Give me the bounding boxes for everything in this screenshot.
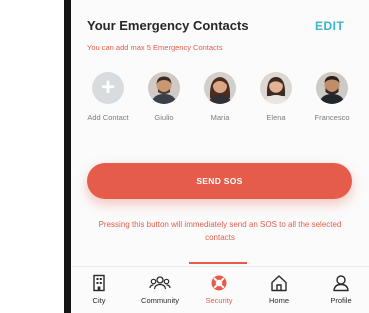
tab-bar-divider (71, 266, 369, 267)
building-icon (93, 274, 105, 292)
contacts-limit-note: You can add max 5 Emergency Contacts (87, 43, 223, 52)
avatar[interactable] (260, 72, 292, 104)
avatar[interactable] (204, 72, 236, 104)
edit-button[interactable]: EDIT (315, 19, 344, 33)
plus-icon: + (100, 74, 115, 101)
avatar-photo-maria (204, 72, 236, 104)
tab-home[interactable]: Home (251, 274, 307, 305)
tab-label: City (92, 296, 106, 305)
user-icon (333, 275, 349, 292)
contact-name: Francesco (314, 113, 350, 122)
contact-item-elena[interactable]: Elena (251, 72, 301, 123)
sos-warning-text: Pressing this button will immediately se… (98, 220, 342, 242)
tab-label: Profile (330, 296, 352, 305)
phone-frame: Your Emergency Contacts EDIT You can add… (0, 0, 369, 313)
people-icon (149, 276, 171, 290)
lifebuoy-icon (211, 275, 227, 291)
avatar[interactable] (148, 72, 180, 104)
avatar-photo-giulio (148, 72, 180, 104)
tab-label: Community (141, 296, 179, 305)
contact-item-francesco[interactable]: Francesco (307, 72, 357, 123)
add-contact-label: Add Contact (87, 113, 129, 122)
tab-label: Security (205, 296, 233, 305)
contact-item-maria[interactable]: Maria (195, 72, 245, 123)
contact-item-giulio[interactable]: Giulio (139, 72, 189, 123)
tab-city[interactable]: City (71, 274, 127, 305)
home-icon (271, 275, 287, 292)
avatar-photo-francesco (316, 72, 348, 104)
avatar[interactable] (316, 72, 348, 104)
app-screen: Your Emergency Contacts EDIT You can add… (71, 0, 369, 313)
contact-name: Maria (210, 113, 230, 122)
contacts-row: + Add Contact Giulio Maria Elena Frances… (83, 72, 369, 142)
phone-bezel (64, 0, 71, 313)
page-title: Your Emergency Contacts (87, 18, 249, 33)
tab-community[interactable]: Community (132, 274, 188, 305)
contact-name: Giulio (154, 113, 174, 122)
tab-security[interactable]: Security (191, 274, 247, 305)
add-contact-avatar[interactable]: + (92, 72, 124, 104)
add-contact-button[interactable]: + Add Contact (83, 72, 133, 123)
tab-profile[interactable]: Profile (313, 274, 369, 305)
avatar-photo-elena (260, 72, 292, 104)
contact-name: Elena (266, 113, 286, 122)
send-sos-button[interactable]: SEND SOS (87, 163, 352, 199)
tab-label: Home (268, 296, 289, 305)
active-tab-indicator (189, 262, 247, 264)
